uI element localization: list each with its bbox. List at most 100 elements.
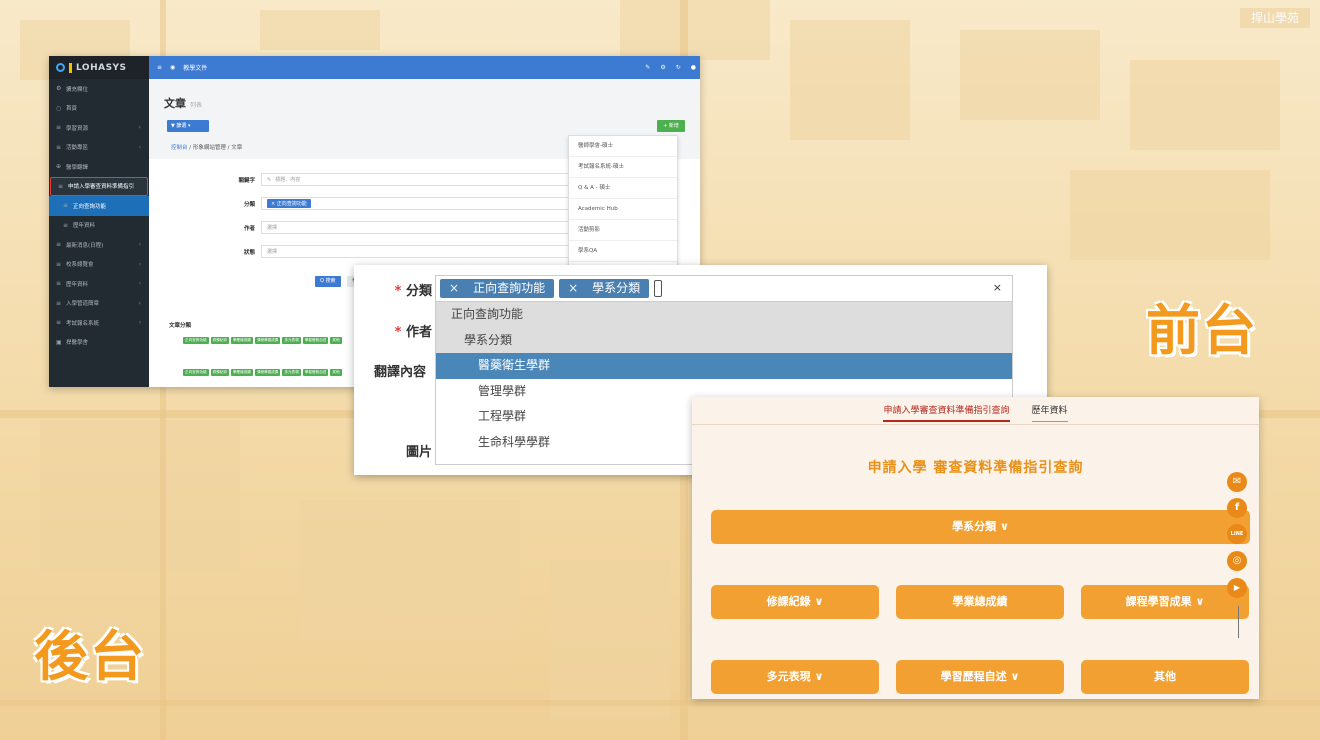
breadcrumb-mid[interactable]: 形象網站管理 [193, 145, 226, 151]
table-row: 正向查詢功能 修課紀錄 學業總成績 課程學習成果 多元表現 學習歷程自述 其他 [183, 369, 342, 376]
chevron-left-icon: ‹ [138, 260, 141, 268]
filter-button[interactable]: ▼ 篩選 ▾ [167, 120, 209, 132]
menu-icon: ≡ [56, 319, 62, 327]
option-forward-query[interactable]: 正向查詢功能 [436, 302, 1012, 328]
admin-topbar: ≡ ◉ 教學文件 ✎ ⚙ ↻ ● [149, 56, 700, 79]
category-select[interactable]: × 正向查詢功能 [261, 197, 591, 210]
keyword-input[interactable]: ✎ 標題、內容 [261, 173, 591, 186]
clear-icon[interactable]: × [993, 281, 1002, 294]
back-label: 後台 [34, 625, 146, 688]
dropdown-item[interactable]: Q & A - 碩士 [569, 178, 677, 199]
menu-icon: ≡ [56, 241, 62, 249]
menu-icon: ≡ [56, 280, 62, 288]
status-select[interactable]: 選擇 [261, 245, 591, 258]
chevron-left-icon: ‹ [138, 319, 141, 327]
add-button[interactable]: + 新增 [657, 120, 685, 132]
image-label: 圖片 [405, 445, 432, 460]
admin-sidebar: LOHASYS ⚙ 擴充欄位 ○ 首頁 ≡ 學習資源 ‹ ≡ 活動專區 ‹ ⊕ 醫學翻譯 ≡ 申… [49, 56, 149, 387]
breadcrumb-current: 文章 [231, 145, 243, 151]
instagram-icon[interactable]: ◎ [1227, 551, 1247, 571]
table-row: 正向查詢功能 修課紀錄 學業總成績 課程學習成果 多元表現 學習歷程自述 其他 [183, 337, 342, 344]
diverse-performance-button[interactable]: 多元表現 ∨ [711, 660, 879, 694]
sidebar-item-resources[interactable]: ≡ 學習資源 ‹ [49, 118, 149, 138]
selected-tag-dept-category[interactable]: × 學系分類 [559, 279, 650, 298]
watermark-logo: 捍山學苑 [1240, 8, 1310, 28]
translate-label: 翻譯內容 [373, 365, 426, 380]
table-header: 文章分類 [169, 323, 192, 329]
mail-icon[interactable]: ✉ [1227, 472, 1247, 492]
sidebar-item-admission-guide[interactable]: ≡ 申請入學審查資料準備指引 [50, 176, 148, 196]
gear-icon: ⚙ [56, 85, 62, 93]
author-label: * 作者 [394, 325, 432, 340]
gear-icon[interactable]: ⚙ [660, 64, 665, 71]
facebook-icon[interactable]: f [1227, 498, 1247, 518]
selected-tag-forward-query[interactable]: × 正向查詢功能 [440, 279, 555, 298]
line-icon[interactable]: LINE [1227, 524, 1247, 544]
brand-name: LOHASYS [76, 62, 127, 73]
search-button[interactable]: Q 搜索 [315, 276, 341, 287]
page-title: 文章 列表 [164, 97, 203, 110]
author-select[interactable]: 選擇 [261, 221, 591, 234]
sidebar-item-forward-query[interactable]: ≡ 正向查詢功能 [49, 196, 149, 216]
chevron-left-icon: ‹ [138, 280, 141, 288]
chevron-left-icon: ‹ [138, 299, 141, 307]
circle-icon: ○ [56, 104, 62, 112]
dropdown-item[interactable]: Academic Hub [569, 199, 677, 220]
category-row: 分類 × 正向查詢功能 [209, 197, 591, 210]
category-multiselect[interactable]: × 正向查詢功能 × 學系分類 × [435, 275, 1013, 302]
option-dept-category[interactable]: 學系分類 [436, 327, 1012, 353]
sidebar-item-news[interactable]: ≡ 最新消息(日程) ‹ [49, 235, 149, 255]
menu-icon: ≡ [56, 299, 62, 307]
sidebar-item-brochure[interactable]: ≡ 入學管道簡章 ‹ [49, 294, 149, 314]
option-medical-group[interactable]: 醫藥衛生學群 [436, 353, 1012, 379]
menu-icon: ≡ [56, 143, 62, 151]
learning-narrative-button[interactable]: 學習歷程自述 ∨ [896, 660, 1064, 694]
sidebar-item-history[interactable]: ≡ 歷年資料 ‹ [49, 274, 149, 294]
sidebar-item-home[interactable]: ○ 首頁 [49, 99, 149, 119]
remove-tag-icon[interactable]: × [449, 281, 459, 295]
dropdown-item[interactable]: 醫師學會-碩士 [569, 136, 677, 157]
menu-icon: ≡ [56, 260, 62, 268]
breadcrumb: 控制台 / 形象網站管理 / 文章 [171, 145, 243, 151]
sidebar-item-dorm[interactable]: ▣ 捍醫學舍 [49, 333, 149, 353]
page-subtitle: 列表 [190, 102, 203, 109]
sidebar-item-overview[interactable]: ≡ 校系總覽會 ‹ [49, 255, 149, 275]
chevron-left-icon: ‹ [138, 124, 141, 132]
hamburger-icon[interactable]: ≡ [157, 64, 162, 71]
front-label: 前台 [1146, 299, 1258, 362]
dept-category-button[interactable]: 學系分類 ∨ [711, 510, 1250, 544]
course-record-button[interactable]: 修課紀錄 ∨ [711, 585, 879, 619]
keyword-row: 關鍵字 ✎ 標題、內容 [209, 173, 591, 186]
status-row: 狀態 選擇 [209, 245, 591, 258]
sidebar-item-past-data[interactable]: ≡ 歷年資料 [49, 216, 149, 236]
dropdown-item[interactable]: 活動剪影 [569, 220, 677, 241]
youtube-icon[interactable]: ▶ [1227, 578, 1247, 598]
grades-button[interactable]: 學業總成績 [896, 585, 1064, 619]
learning-results-button[interactable]: 課程學習成果 ∨ [1081, 585, 1249, 619]
chevron-left-icon: ‹ [138, 241, 141, 249]
topbar-crumb[interactable]: 教學文件 [183, 63, 207, 72]
category-tag[interactable]: × 正向查詢功能 [267, 199, 311, 208]
user-avatar-icon[interactable]: ● [691, 64, 696, 71]
category-label: * 分類 [394, 284, 432, 299]
sidebar-item-extend-fields[interactable]: ⚙ 擴充欄位 [49, 79, 149, 99]
globe-icon[interactable]: ◉ [170, 64, 175, 71]
author-row: 作者 選擇 [209, 221, 591, 234]
dropdown-item[interactable]: 學系QA [569, 241, 677, 262]
tab-past-data[interactable]: 歷年資料 [1031, 403, 1068, 422]
front-title: 申請入學 審查資料準備指引查詢 [867, 460, 1084, 476]
sidebar-item-activities[interactable]: ≡ 活動專區 ‹ [49, 138, 149, 158]
sidebar-item-exam-signup[interactable]: ≡ 考試報名系統 ‹ [49, 313, 149, 333]
brand-logo: LOHASYS [49, 56, 149, 79]
breadcrumb-home[interactable]: 控制台 [171, 145, 188, 151]
tools-icon[interactable]: ✎ [645, 64, 650, 71]
remove-tag-icon[interactable]: × [568, 281, 578, 295]
other-button[interactable]: 其他 [1081, 660, 1249, 694]
sidebar-item-medical-translation[interactable]: ⊕ 醫學翻譯 [49, 157, 149, 177]
tab-admission-guide[interactable]: 申請入學審查資料準備指引查詢 [883, 403, 1010, 422]
dropdown-item[interactable]: 考試報名系統-碩士 [569, 157, 677, 178]
refresh-icon[interactable]: ↻ [676, 64, 681, 71]
text-cursor[interactable] [654, 280, 663, 297]
scroll-indicator [1238, 606, 1239, 638]
front-tabs: 申請入學審查資料準備指引查詢 歷年資料 [692, 403, 1259, 422]
